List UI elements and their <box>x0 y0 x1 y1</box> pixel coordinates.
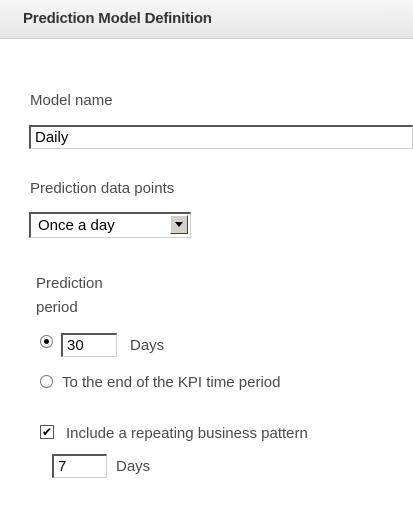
repeating-pattern-input[interactable]: 7 <box>52 454 107 478</box>
panel-header: Prediction Model Definition <box>0 0 413 39</box>
repeating-pattern-checkbox[interactable]: ✔ <box>40 425 54 439</box>
period-days-radio[interactable] <box>40 335 53 348</box>
prediction-period-label-line2: period <box>36 299 78 316</box>
chevron-down-icon[interactable] <box>170 215 188 234</box>
period-end-label: To the end of the KPI time period <box>62 374 281 391</box>
prediction-data-points-value: Once a day <box>38 217 115 234</box>
model-name-input[interactable]: Daily <box>29 125 413 149</box>
prediction-data-points-label: Prediction data points <box>30 180 175 197</box>
period-days-unit: Days <box>130 337 165 354</box>
repeating-pattern-unit: Days <box>116 458 151 475</box>
prediction-data-points-select[interactable]: Once a day <box>29 212 191 238</box>
period-end-radio[interactable] <box>40 375 53 388</box>
model-name-label: Model name <box>30 92 113 109</box>
repeating-pattern-label: Include a repeating business pattern <box>66 425 308 442</box>
prediction-period-label-line1: Prediction <box>36 275 103 292</box>
period-days-input[interactable]: 30 <box>61 333 117 357</box>
panel-title: Prediction Model Definition <box>23 10 212 27</box>
